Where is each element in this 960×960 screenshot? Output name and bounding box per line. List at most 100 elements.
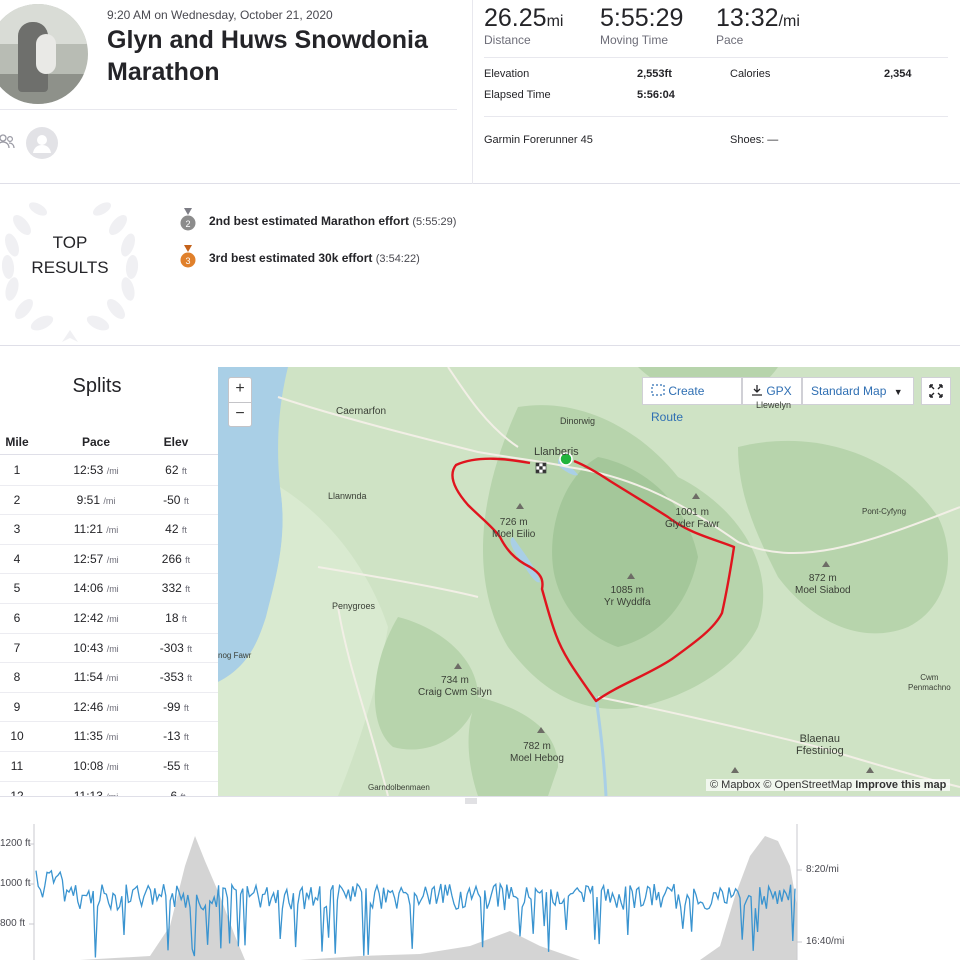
map-label-llanwnda: Llanwnda [328, 491, 367, 501]
zoom-in-button[interactable]: + [229, 378, 251, 402]
split-row[interactable]: 3 11:21 /mi 42 ft [0, 515, 218, 545]
split-elev-unit: ft [183, 762, 189, 772]
split-mile: 2 [13, 492, 21, 507]
athlete-photo[interactable] [0, 4, 88, 104]
split-elev: 18 ft [140, 611, 212, 625]
split-elev: -353 ft [140, 670, 212, 684]
split-pace-unit: /mi [106, 762, 119, 772]
split-row[interactable]: 8 11:54 /mi -353 ft [0, 663, 218, 693]
split-pace: 9:51 /mi [56, 493, 136, 507]
split-row[interactable]: 7 10:43 /mi -303 ft [0, 634, 218, 664]
split-pace-value: 9:51 [76, 492, 100, 507]
result-item[interactable]: 3rd best estimated 30k effort (3:54:22) [209, 251, 420, 265]
divider [472, 0, 473, 184]
left-axis-label: 800 ft [0, 918, 26, 929]
split-mile: 7 [13, 640, 21, 655]
split-pace-value: 12:46 [73, 699, 104, 714]
mile-header: Mile [5, 435, 29, 449]
split-elev: -55 ft [140, 759, 212, 773]
map-peak-moel-eilio: 726 m Moel Eilio [492, 517, 535, 541]
split-pace: 11:35 /mi [56, 729, 136, 743]
split-row[interactable]: 12 11:13 /mi -6 ft [0, 782, 218, 797]
result-item[interactable]: 2nd best estimated Marathon effort (5:55… [209, 214, 456, 228]
finish-flag-icon [535, 462, 547, 474]
map-label-dinorwig: Dinorwig [560, 416, 596, 426]
resize-handle[interactable] [0, 796, 960, 806]
fullscreen-button[interactable] [921, 377, 951, 405]
split-elev-value: -13 [163, 729, 181, 744]
top-results-heading-line1: TOP [52, 233, 88, 252]
split-row[interactable]: 1 12:53 /mi 62 ft [0, 456, 218, 486]
split-pace: 12:57 /mi [56, 552, 136, 566]
mapbox-attribution-link[interactable]: © Mapbox [710, 779, 760, 791]
peak-name: Craig Cwm Silyn [418, 687, 492, 698]
calories-value: 2,354 [884, 68, 912, 80]
split-elev: -13 ft [140, 729, 212, 743]
elev-header: Elev [163, 435, 189, 449]
zoom-out-button[interactable]: − [229, 402, 251, 426]
map-style-select[interactable]: Standard Map ▼ [802, 377, 914, 405]
improve-map-link[interactable]: Improve this map [855, 779, 946, 791]
split-row[interactable]: 9 12:46 /mi -99 ft [0, 693, 218, 723]
result-text: 2nd best estimated Marathon effort [209, 214, 410, 228]
splits-header-row: Mile Pace Elev [0, 427, 218, 455]
osm-attribution-link[interactable]: © OpenStreetMap [763, 779, 852, 791]
map-label-garndolbenmaen: Garndolbenmaen [368, 783, 430, 792]
split-elev-unit: ft [181, 614, 187, 624]
distance-unit: mi [546, 13, 564, 30]
split-row[interactable]: 4 12:57 /mi 266 ft [0, 545, 218, 575]
peak-elevation: 734 m [441, 675, 469, 686]
map-label-llanberis: Llanberis [534, 446, 579, 458]
peak-elevation: 1001 m [675, 507, 709, 518]
bronze-medal-icon: 3 [180, 245, 196, 268]
split-elev-value: 62 [165, 463, 179, 477]
split-elev: -303 ft [140, 641, 212, 655]
map-label-pont-cyfyng: Pont-Cyfyng [862, 507, 907, 516]
elevation-pace-chart[interactable]: 1200 ft 1000 ft 800 ft 8:20/mi 16:40/mi [0, 806, 960, 960]
peak-name: Moel Siabod [795, 585, 851, 596]
peak-elevation: 1085 m [610, 585, 644, 596]
route-map[interactable]: + − Create Route GPX Standard Map ▼ Caer… [218, 367, 960, 796]
create-route-button[interactable]: Create Route [642, 377, 742, 424]
split-pace-value: 12:57 [73, 551, 104, 566]
split-elev-unit: ft [183, 702, 189, 713]
distance-label: Distance [484, 33, 531, 47]
split-pace-unit: /mi [106, 614, 119, 624]
map-label-llewelyn: Llewelyn [756, 400, 792, 410]
split-pace-unit: /mi [106, 702, 119, 713]
group-icon[interactable] [0, 132, 16, 152]
split-elev-unit: ft [187, 673, 193, 684]
pace-line [35, 869, 796, 958]
map-label-penmachno: Penmachno [908, 683, 951, 692]
split-row[interactable]: 10 11:35 /mi -13 ft [0, 722, 218, 752]
split-pace-unit: /mi [106, 525, 119, 536]
split-elev: -99 ft [140, 700, 212, 714]
map-label-cwm: Cwm [920, 673, 939, 682]
split-row[interactable]: 11 10:08 /mi -55 ft [0, 752, 218, 782]
split-pace: 12:46 /mi [56, 700, 136, 714]
left-axis-label: 1200 ft [0, 838, 31, 849]
split-row[interactable]: 6 12:42 /mi 18 ft [0, 604, 218, 634]
split-row[interactable]: 2 9:51 /mi -50 ft [0, 486, 218, 516]
divider [484, 116, 948, 117]
pace-header: Pace [81, 435, 111, 449]
moving-time-value: 5:55:29 [600, 4, 684, 32]
split-elev-unit: ft [185, 584, 191, 595]
result-time: (3:54:22) [375, 253, 420, 265]
split-mile: 3 [13, 522, 21, 537]
athlete-avatar-icon[interactable] [26, 127, 58, 159]
activity-header: 9:20 AM on Wednesday, October 21, 2020 G… [0, 0, 960, 184]
map-attribution: © Mapbox © OpenStreetMap Improve this ma… [706, 779, 951, 791]
map-style-label: Standard Map [811, 384, 887, 398]
split-pace: 10:08 /mi [56, 759, 136, 773]
divider [484, 57, 948, 58]
split-mile: 11 [10, 759, 24, 773]
elevation-label: Elevation [484, 68, 530, 80]
map-label-cwm-penmachno: Cwm Penmachno [908, 673, 951, 693]
distance-value: 26.25 [484, 4, 547, 32]
split-pace-value: 11:21 [73, 522, 103, 537]
calories-label: Calories [730, 68, 771, 80]
map-label-nog-fawr: nog Fawr [218, 651, 252, 660]
split-row[interactable]: 5 14:06 /mi 332 ft [0, 574, 218, 604]
split-elev: 332 ft [140, 581, 212, 595]
